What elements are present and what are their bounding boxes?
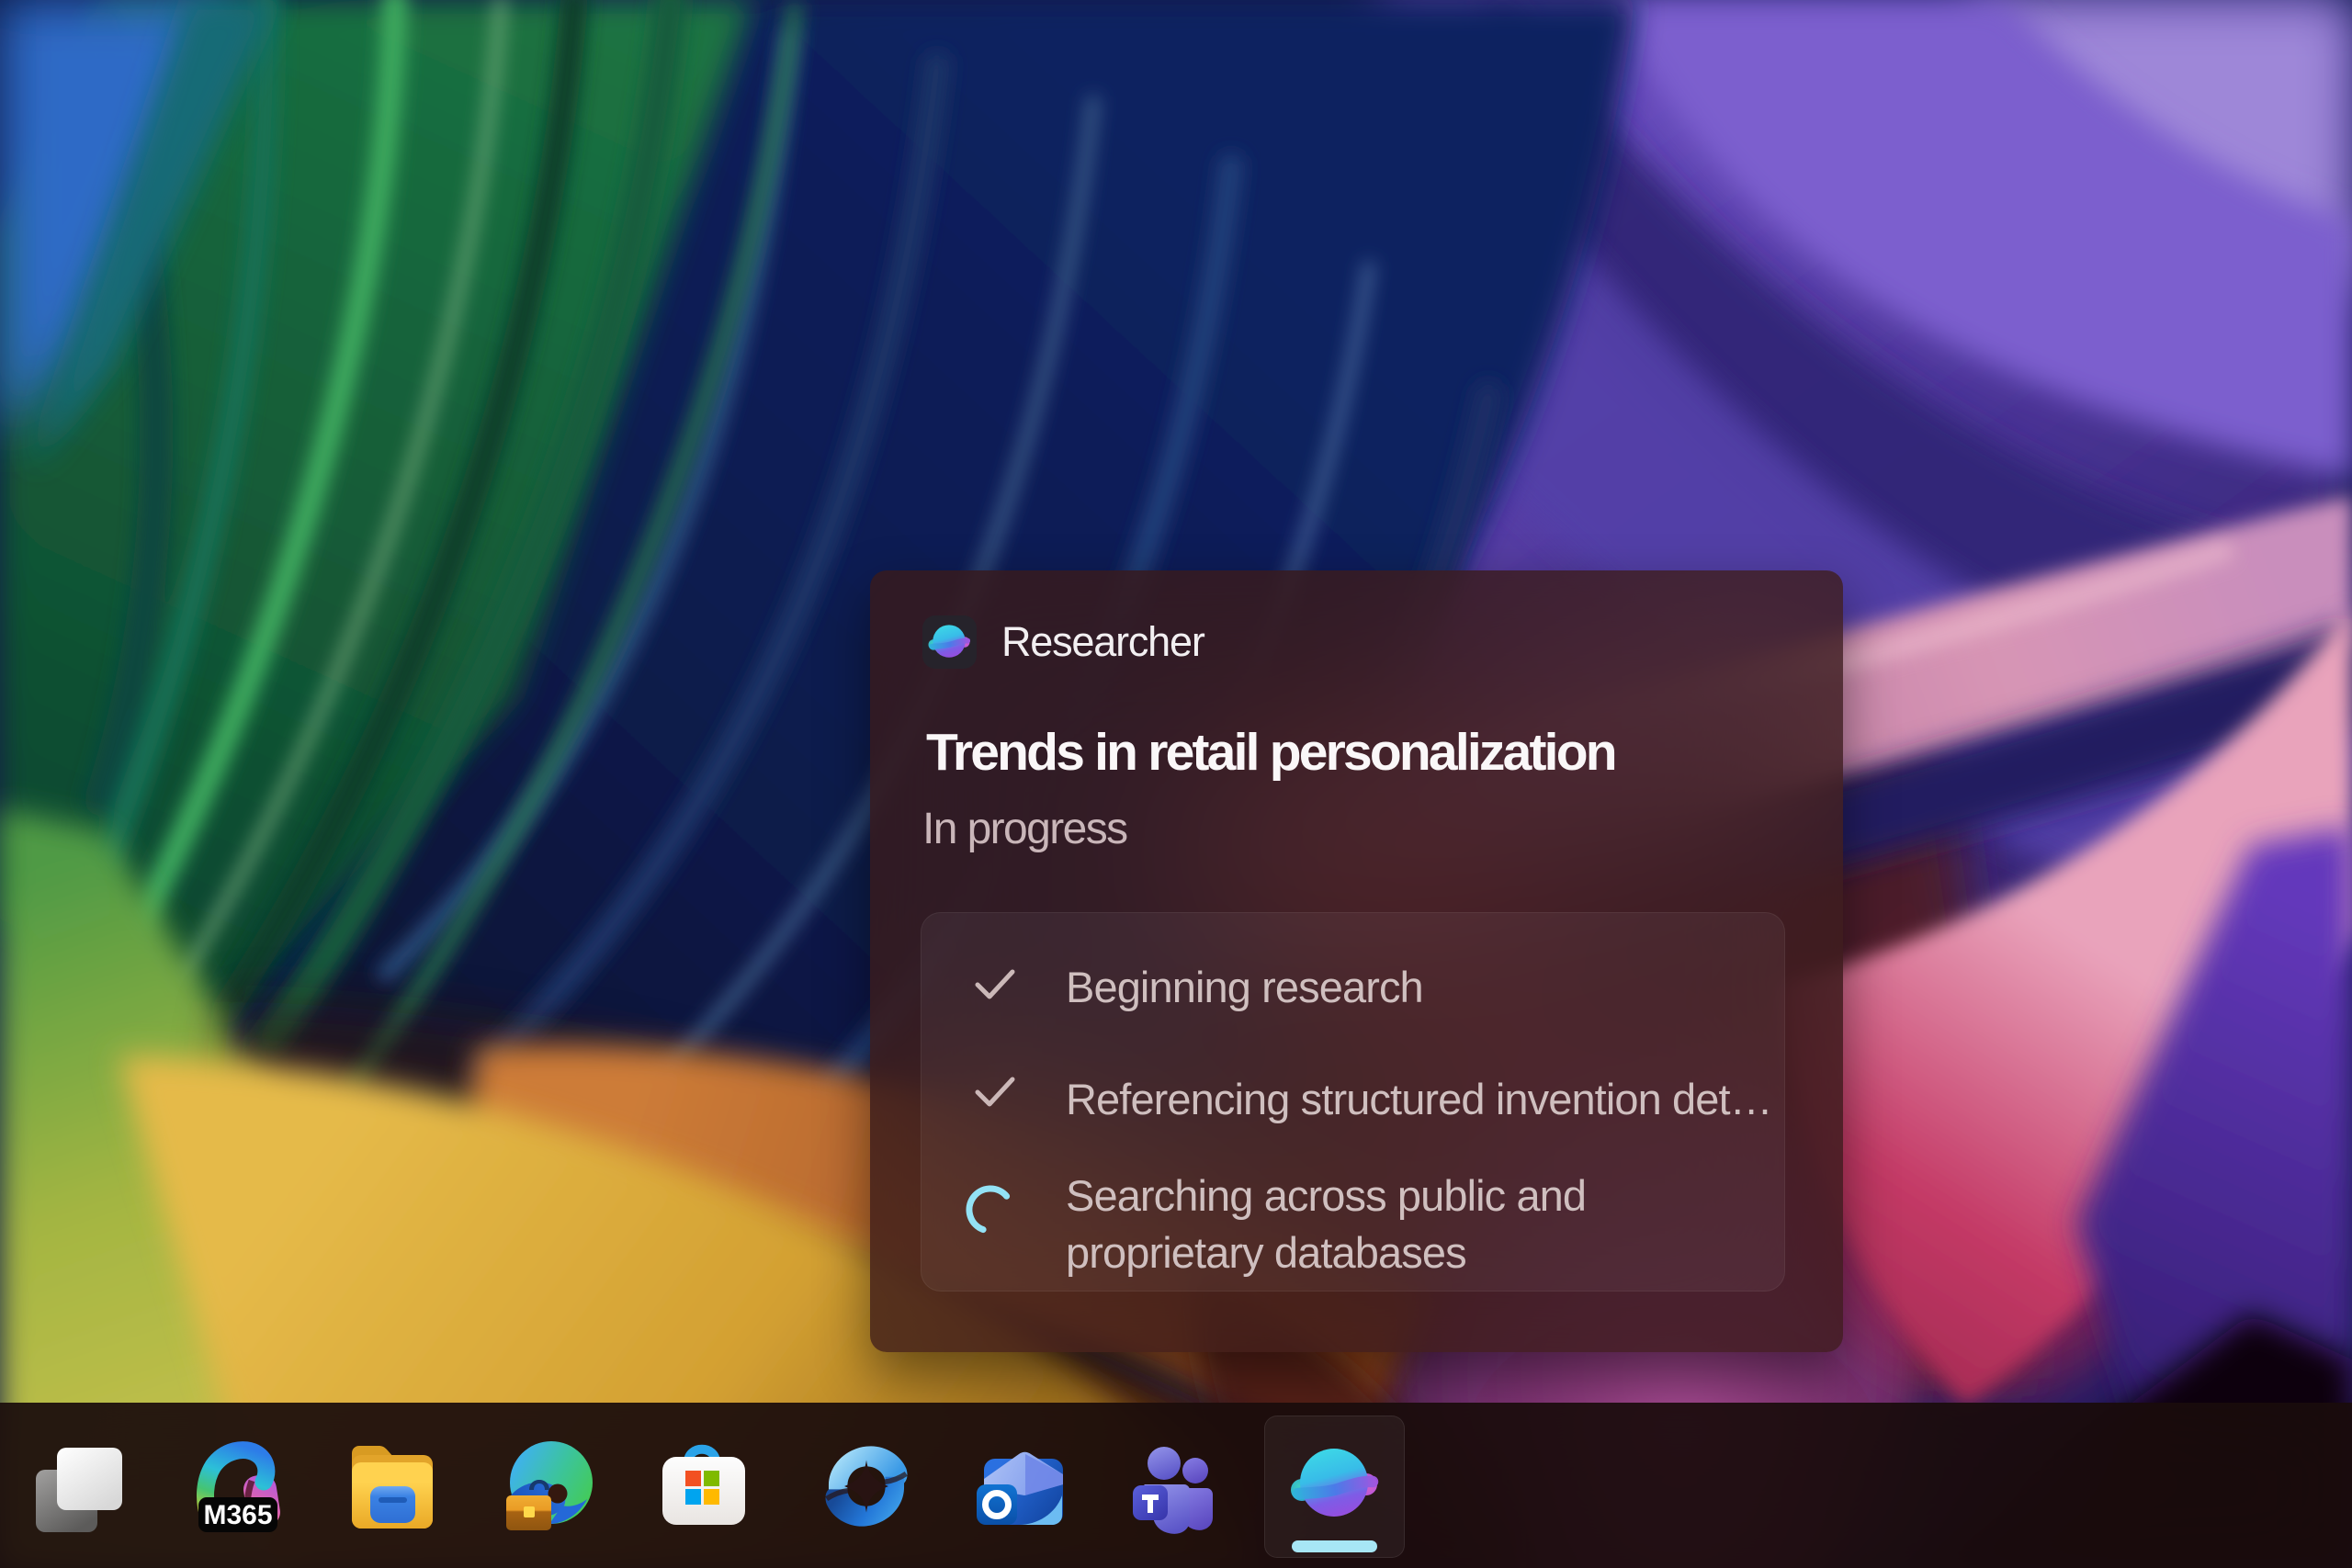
svg-text:M365: M365 <box>203 1500 272 1530</box>
